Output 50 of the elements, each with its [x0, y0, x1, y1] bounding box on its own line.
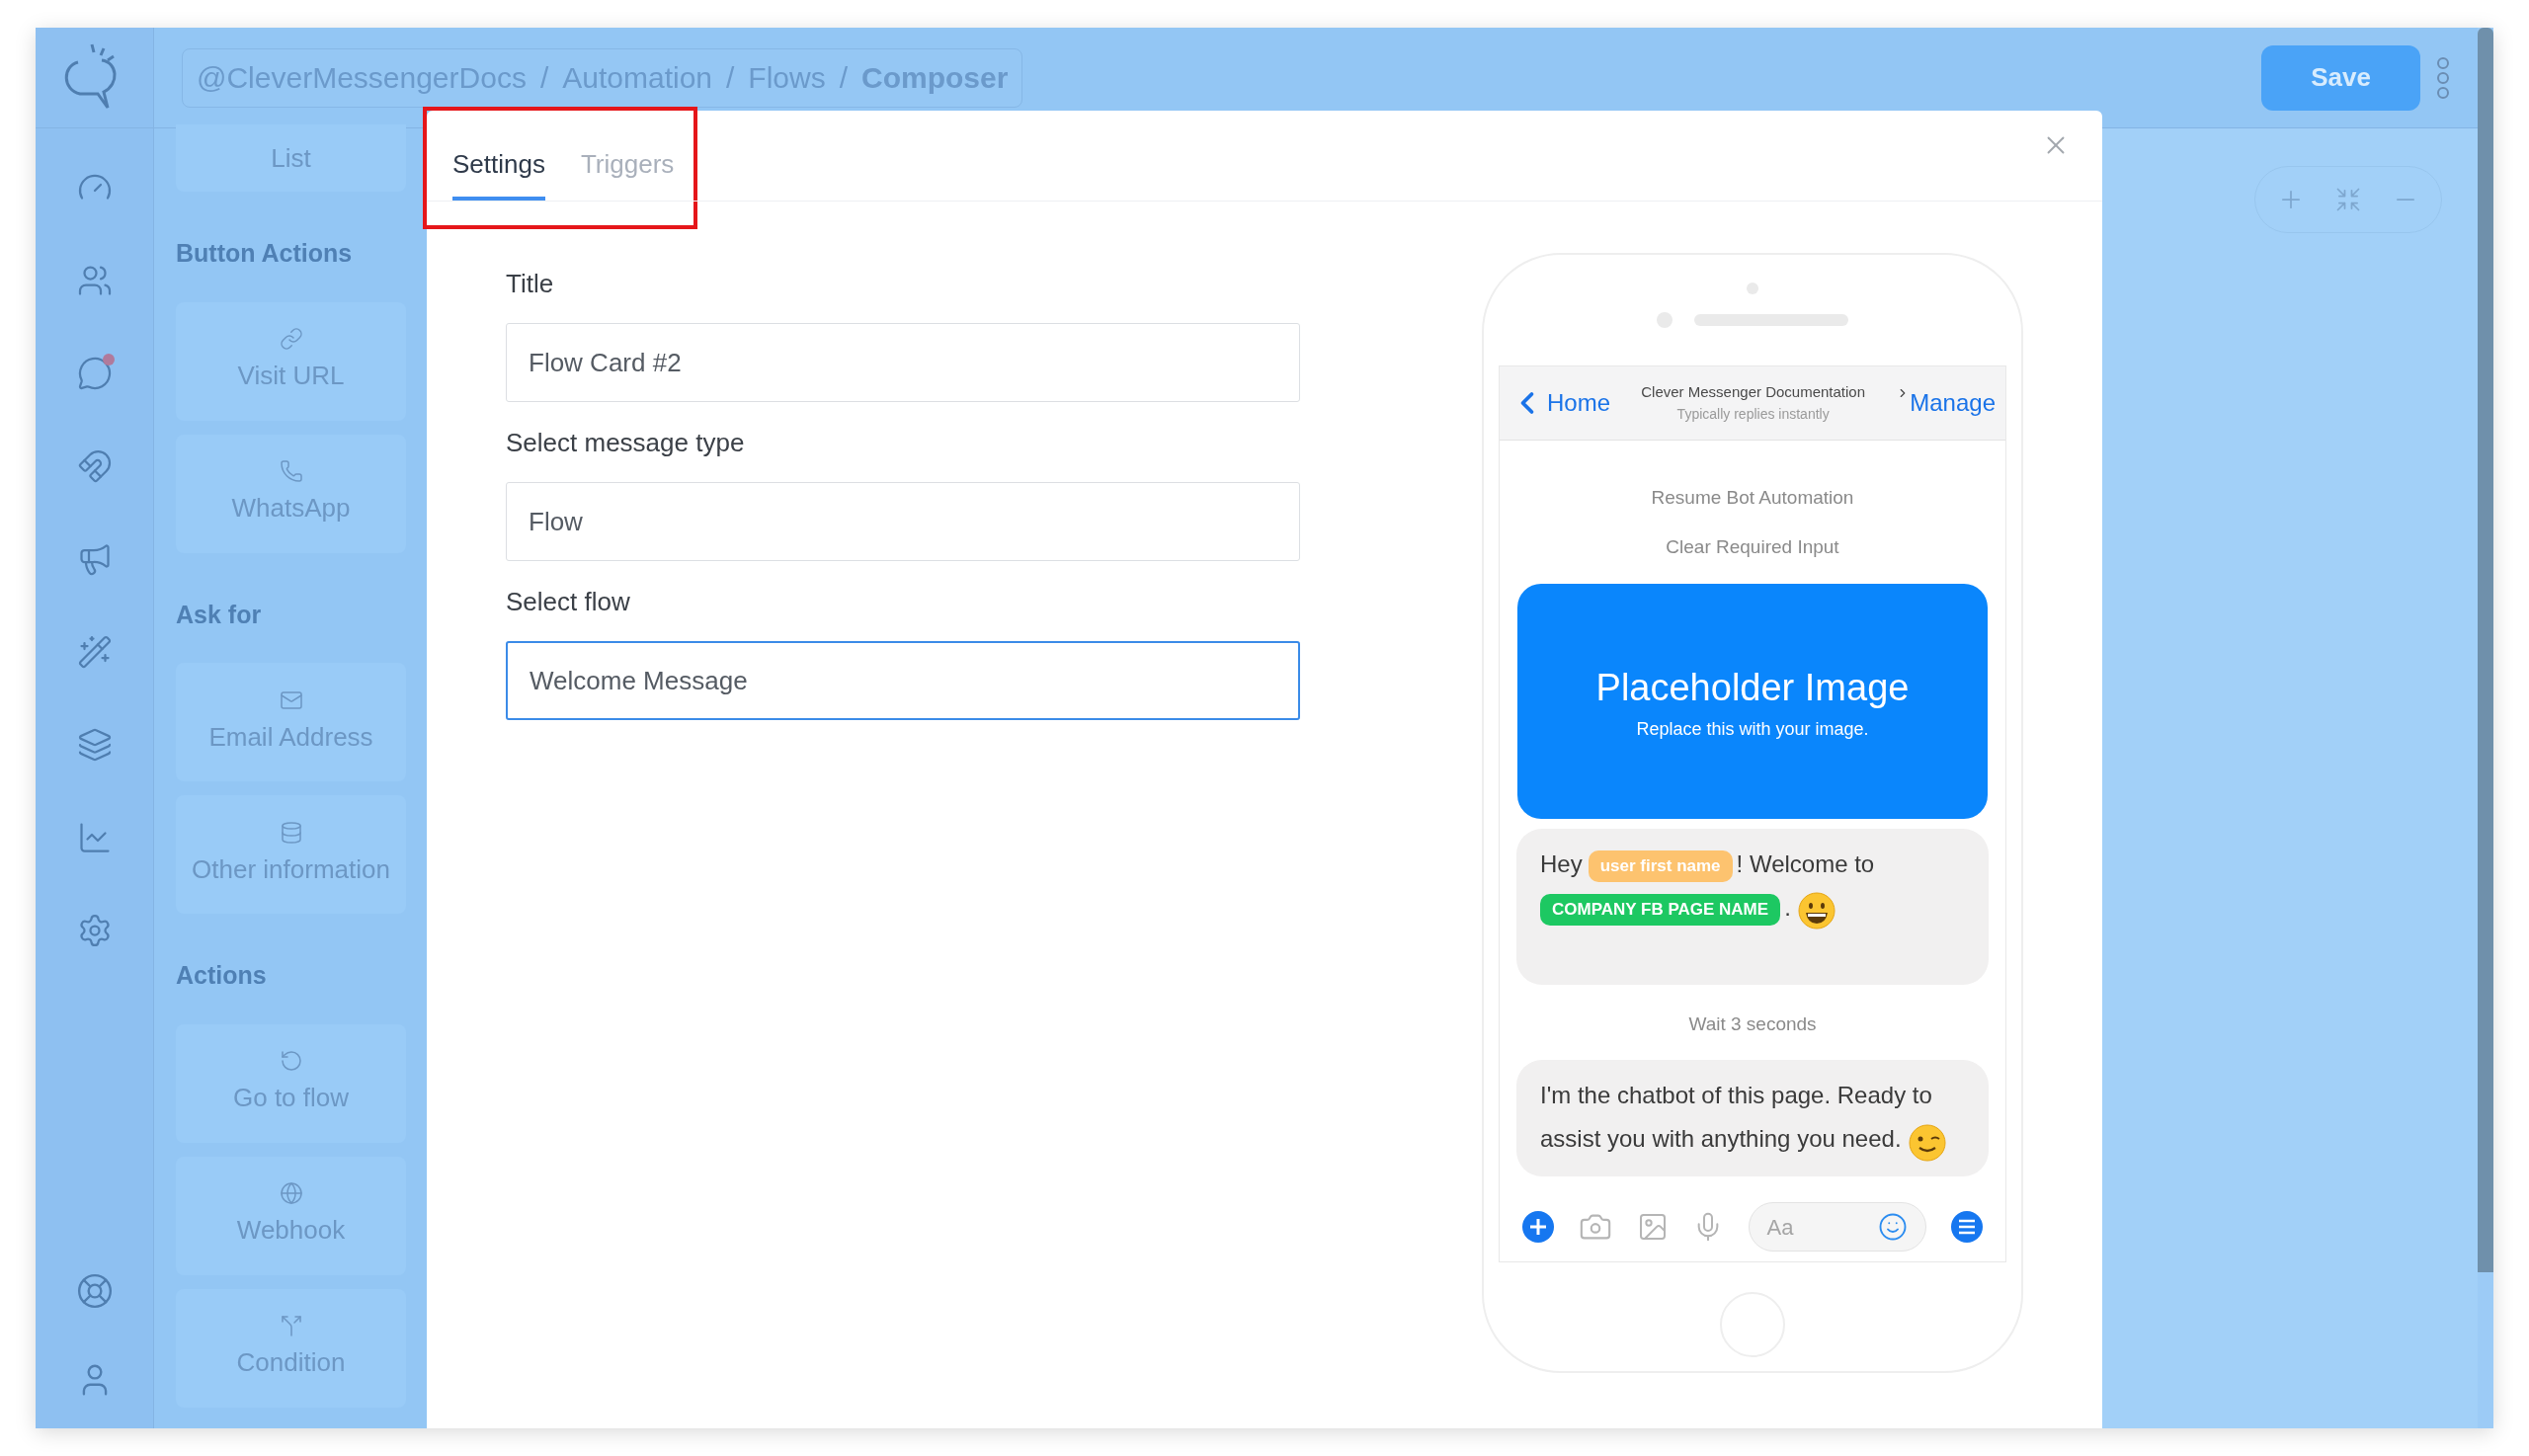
layers-icon[interactable] [76, 727, 113, 763]
back-link[interactable]: Home [1547, 384, 1611, 421]
breadcrumb-separator: / [726, 60, 735, 96]
winking-emoji-icon [1907, 1122, 1947, 1163]
palette-section-title: Actions [176, 960, 268, 991]
help-icon[interactable] [75, 1272, 114, 1310]
variable-tag: COMPANY FB PAGE NAME [1540, 893, 1781, 926]
message-placeholder: Aa [1766, 1213, 1794, 1242]
rotate-icon [279, 1049, 303, 1073]
field-label: Select message type [506, 427, 746, 459]
more-options-icon[interactable] [2436, 55, 2450, 100]
breadcrumb-separator: / [539, 60, 549, 96]
message-text: ! Welcome to [1736, 849, 1875, 877]
grinning-emoji-icon [1796, 891, 1836, 931]
text-field[interactable]: Flow [506, 482, 1300, 561]
database-icon [279, 820, 303, 845]
image-title: Placeholder Image [1595, 665, 1910, 710]
message-text: I'm the chatbot of this page. Ready to assist you with anything you need. [1540, 1082, 1932, 1153]
manage-link[interactable]: Manage [1910, 384, 1996, 421]
dialog-tab[interactable]: Triggers [580, 131, 675, 201]
palette-section-title: Button Actions [176, 238, 354, 269]
field-label: Select flow [506, 586, 631, 618]
smiley-icon[interactable] [1877, 1212, 1908, 1242]
page-name: Clever Messenger Documentation [1641, 382, 1866, 403]
text-field[interactable]: Flow Card #2 [506, 323, 1300, 402]
text-field[interactable]: Welcome Message [506, 641, 1300, 720]
palette-section-title: Ask for [176, 599, 263, 630]
message-text: . [1784, 893, 1791, 921]
split-icon [279, 1314, 303, 1337]
fit-view-icon[interactable] [2334, 186, 2362, 213]
reply-status: Typically replies instantly [1676, 404, 1830, 424]
add-icon[interactable] [1521, 1210, 1555, 1244]
dialog-tab[interactable]: Settings [452, 131, 545, 201]
breadcrumb-separator: / [839, 60, 849, 96]
link-icon [279, 327, 303, 351]
chat-event: Wait 3 seconds [1688, 1011, 1817, 1036]
message-input[interactable]: Aa [1748, 1202, 1926, 1252]
magic-wand-icon[interactable] [76, 634, 113, 670]
menu-icon[interactable] [1949, 1210, 1984, 1244]
image-subtitle: Replace this with your image. [1636, 717, 1869, 741]
variable-tag: user first name [1588, 849, 1733, 882]
chat-event: Resume Bot Automation [1651, 485, 1854, 510]
message-text: Hey [1540, 849, 1583, 877]
chat-event: Clear Required Input [1666, 535, 1839, 560]
field-label: Title [506, 268, 555, 300]
save-button[interactable]: Save [2261, 44, 2420, 111]
globe-icon [279, 1181, 303, 1205]
magnet-icon[interactable] [76, 448, 113, 484]
phone-icon [279, 459, 303, 483]
chat-bubble-icon[interactable] [76, 356, 113, 391]
